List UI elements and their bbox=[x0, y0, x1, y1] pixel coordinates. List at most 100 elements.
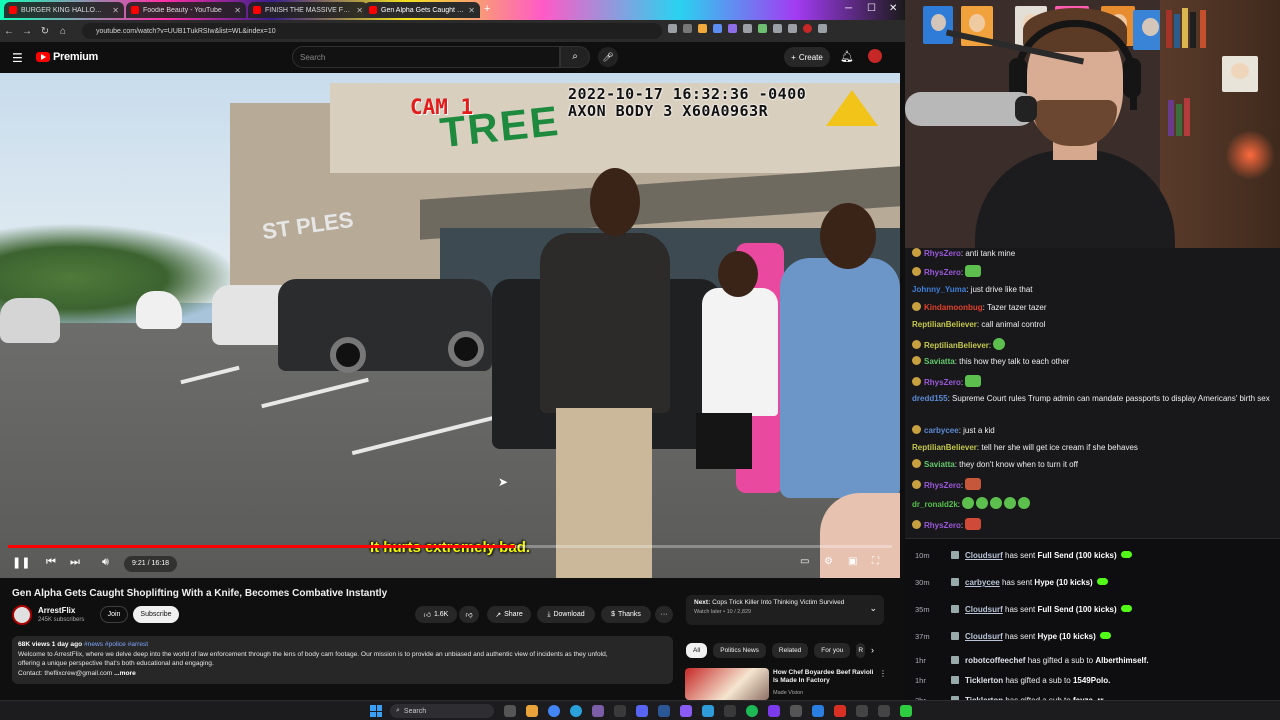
app-icon[interactable] bbox=[592, 705, 604, 717]
app-icon[interactable] bbox=[790, 705, 802, 717]
show-more-link[interactable]: ...more bbox=[112, 670, 136, 677]
taskbar-search[interactable]: ⌕ Search bbox=[390, 704, 494, 718]
search-button[interactable]: ⌕ bbox=[560, 46, 590, 68]
app-icon[interactable] bbox=[878, 705, 890, 717]
chat-username[interactable]: carbycee bbox=[924, 426, 959, 435]
chat-username[interactable]: RhysZero bbox=[924, 521, 961, 530]
chat-username[interactable]: Saviatta bbox=[924, 460, 955, 469]
extension-icon[interactable] bbox=[698, 24, 707, 33]
chat-username[interactable]: Johnny_Yuma bbox=[912, 285, 966, 294]
app-icon[interactable] bbox=[526, 705, 538, 717]
previous-icon[interactable]: ⏮︎ bbox=[46, 556, 56, 569]
description-box[interactable]: 68K views 1 day ago #news #police #arres… bbox=[12, 636, 673, 684]
like-button[interactable]: 👍︎ 1.6K bbox=[415, 606, 457, 623]
app-icon[interactable] bbox=[812, 705, 824, 717]
hashtags[interactable]: #news #police #arrest bbox=[84, 641, 148, 648]
extension-icon[interactable] bbox=[743, 24, 752, 33]
alert-username[interactable]: Cloudsurf bbox=[965, 551, 1003, 560]
app-icon[interactable] bbox=[724, 705, 736, 717]
chat-username[interactable]: RhysZero bbox=[924, 249, 961, 258]
channel-name[interactable]: ArrestFlix bbox=[38, 606, 75, 615]
app-icon[interactable] bbox=[834, 705, 846, 717]
share-button[interactable]: ↗ Share bbox=[487, 606, 531, 623]
recommended-title[interactable]: How Chef Boyardee Beef Ravioli Is Made I… bbox=[773, 669, 877, 686]
chip-truncated[interactable]: R bbox=[856, 643, 866, 658]
alert-username[interactable]: Ticklerton bbox=[965, 676, 1003, 685]
chat-username[interactable]: RhysZero bbox=[924, 481, 961, 490]
close-tab-icon[interactable]: ✕ bbox=[356, 6, 363, 15]
join-button[interactable]: Join bbox=[100, 606, 128, 623]
chevron-right-icon[interactable]: › bbox=[871, 645, 874, 655]
install-icon[interactable] bbox=[668, 24, 677, 33]
discord-icon[interactable] bbox=[636, 705, 648, 717]
close-window-icon[interactable]: ✕ bbox=[889, 3, 897, 14]
close-tab-icon[interactable]: ✕ bbox=[468, 6, 475, 15]
captions-icon[interactable]: ▭ bbox=[800, 556, 809, 567]
bookmark-star-icon[interactable] bbox=[683, 24, 692, 33]
app-icon[interactable] bbox=[856, 705, 868, 717]
alert-username[interactable]: Cloudsurf bbox=[965, 632, 1003, 641]
recommended-thumbnail[interactable] bbox=[685, 668, 769, 700]
settings-gear-icon[interactable]: ⚙ bbox=[824, 556, 833, 567]
chat-username[interactable]: RhysZero bbox=[924, 268, 961, 277]
alert-username[interactable]: Cloudsurf bbox=[965, 605, 1003, 614]
tab-2[interactable]: Foodie Beauty - YouTube ✕ bbox=[126, 2, 246, 18]
app-icon[interactable] bbox=[900, 705, 912, 717]
windows-start-icon[interactable] bbox=[370, 705, 382, 717]
create-button[interactable]: + Create bbox=[784, 47, 830, 67]
app-icon[interactable] bbox=[702, 705, 714, 717]
progress-bar[interactable] bbox=[8, 545, 892, 548]
up-next-playlist[interactable]: Next: Cops Trick Killer Into Thinking Vi… bbox=[686, 595, 884, 625]
chat-username[interactable]: Kindamoonbug bbox=[924, 303, 983, 312]
reload-icon[interactable]: ↻ bbox=[36, 26, 54, 37]
chip-all[interactable]: All bbox=[686, 643, 708, 658]
dislike-button[interactable]: 👎︎ bbox=[459, 606, 479, 623]
sidebar-icon[interactable] bbox=[788, 24, 797, 33]
miniplayer-icon[interactable]: ▣ bbox=[848, 556, 857, 567]
alert-username[interactable]: robotcoffeechef bbox=[965, 656, 1025, 665]
app-icon[interactable] bbox=[680, 705, 692, 717]
maximize-icon[interactable]: ☐ bbox=[867, 3, 876, 14]
app-icon[interactable] bbox=[570, 705, 582, 717]
app-icon[interactable] bbox=[614, 705, 626, 717]
fullscreen-icon[interactable]: ⛶ bbox=[872, 556, 879, 567]
chat-username[interactable]: ReptilianBeliever bbox=[924, 341, 989, 350]
search-input[interactable]: Search bbox=[292, 46, 560, 68]
chat-username[interactable]: dr_ronald2k bbox=[912, 500, 958, 509]
chip-related[interactable]: Related bbox=[771, 643, 809, 658]
more-vertical-icon[interactable]: ⋮ bbox=[879, 669, 887, 678]
chat-username[interactable]: ReptilianBeliever bbox=[912, 443, 977, 452]
chat-username[interactable]: ReptilianBeliever bbox=[912, 320, 977, 329]
youtube-logo[interactable]: Premium bbox=[36, 51, 98, 63]
close-tab-icon[interactable]: ✕ bbox=[234, 6, 241, 15]
menu-kebab-icon[interactable] bbox=[818, 24, 827, 33]
chip-for-you[interactable]: For you bbox=[814, 643, 851, 658]
next-icon[interactable]: ⏭︎ bbox=[70, 556, 80, 569]
chrome-icon[interactable] bbox=[548, 705, 560, 717]
back-icon[interactable]: ← bbox=[0, 26, 18, 37]
notifications-bell-icon[interactable]: 🔔︎ bbox=[840, 50, 854, 63]
extension-icon[interactable] bbox=[728, 24, 737, 33]
chip-politics-news[interactable]: Politics News bbox=[713, 643, 766, 658]
tab-1[interactable]: BURGER KING HALLOWEEN MI ✕ bbox=[4, 2, 124, 18]
subscribe-button[interactable]: Subscribe bbox=[133, 606, 179, 623]
home-icon[interactable]: ⌂ bbox=[54, 26, 72, 37]
account-avatar[interactable] bbox=[868, 49, 882, 63]
voice-search-mic-icon[interactable]: 🎤︎ bbox=[598, 47, 618, 67]
pause-icon[interactable]: ❚❚ bbox=[12, 556, 30, 569]
more-actions-button[interactable]: ··· bbox=[655, 606, 673, 623]
tab-4-active[interactable]: Gen Alpha Gets Caught Sh ✕ bbox=[364, 2, 480, 18]
alert-username[interactable]: carbycee bbox=[965, 578, 1000, 587]
forward-icon[interactable]: → bbox=[18, 26, 36, 37]
url-field[interactable]: youtube.com/watch?v=UUB1TukRSIw&list=WL&… bbox=[82, 23, 662, 39]
app-icon[interactable] bbox=[658, 705, 670, 717]
chat-username[interactable]: Saviatta bbox=[924, 357, 955, 366]
profile-avatar-icon[interactable] bbox=[803, 24, 812, 33]
download-button[interactable]: ⤓ Download bbox=[537, 606, 595, 623]
thanks-button[interactable]: $ Thanks bbox=[601, 606, 651, 623]
tab-3[interactable]: FINISH THE MASSIVE FRIED RI ✕ bbox=[248, 2, 368, 18]
extensions-puzzle-icon[interactable] bbox=[773, 24, 782, 33]
spotify-icon[interactable] bbox=[746, 705, 758, 717]
extension-icon[interactable] bbox=[758, 24, 767, 33]
minimize-icon[interactable]: ─ bbox=[845, 3, 852, 14]
